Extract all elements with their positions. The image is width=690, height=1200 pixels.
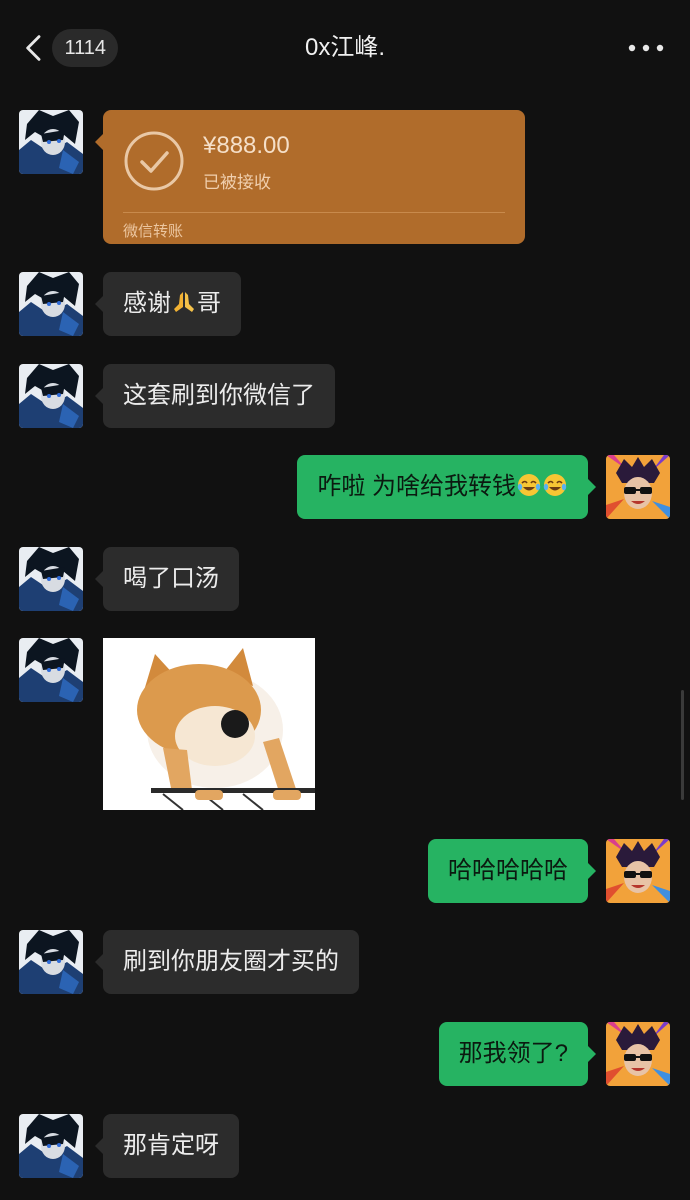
transfer-card[interactable]: ¥888.00 已被接收 微信转账: [95, 110, 525, 244]
sticker-image[interactable]: [103, 638, 315, 810]
message-text: 那我领了?: [458, 1040, 568, 1067]
laughing-tears-icon: [517, 474, 541, 496]
contact-avatar[interactable]: [19, 547, 83, 611]
transfer-status: 已被接收: [203, 173, 271, 192]
folded-hands-icon: [174, 292, 194, 312]
more-dots-icon: [628, 44, 664, 52]
message-bubble[interactable]: 喝了口汤: [95, 547, 239, 611]
message-bubble[interactable]: 咋啦 为啥给我转钱: [297, 455, 596, 519]
anime-character-avatar-icon: [19, 272, 83, 336]
message-bubble[interactable]: 感谢 哥: [95, 272, 241, 336]
message-text: 咋啦 为啥给我转钱: [317, 473, 516, 500]
check-circle-icon: [124, 131, 184, 191]
message-bubble[interactable]: 那我领了?: [438, 1022, 597, 1086]
anime-character-avatar-icon: [19, 638, 83, 702]
sunglasses-man-avatar-icon: [606, 839, 670, 903]
message-bubble[interactable]: 那肯定呀: [95, 1114, 239, 1178]
anime-character-avatar-icon: [19, 364, 83, 428]
anime-character-avatar-icon: [19, 110, 83, 174]
contact-avatar[interactable]: [19, 1114, 83, 1178]
message-text: 这套刷到你微信了: [123, 382, 315, 409]
message-text: 刷到你朋友圈才买的: [123, 948, 339, 975]
message-bubble[interactable]: 刷到你朋友圈才买的: [95, 930, 359, 994]
contact-avatar[interactable]: [19, 364, 83, 428]
more-options-button[interactable]: [626, 34, 666, 62]
message-text: 那肯定呀: [123, 1132, 219, 1159]
contact-avatar[interactable]: [19, 930, 83, 994]
contact-avatar[interactable]: [19, 110, 83, 174]
my-avatar[interactable]: [606, 1022, 670, 1086]
message-text: 喝了口汤: [123, 565, 219, 592]
message-bubble[interactable]: 这套刷到你微信了: [95, 364, 335, 428]
transfer-label: 微信转账: [123, 223, 184, 240]
chat-title: 0x江峰.: [304, 34, 385, 61]
message-bubble[interactable]: 哈哈哈哈哈: [428, 839, 596, 903]
shiba-dog-sticker-icon: [103, 638, 315, 810]
anime-character-avatar-icon: [19, 930, 83, 994]
anime-character-avatar-icon: [19, 547, 83, 611]
my-avatar[interactable]: [606, 455, 670, 519]
message-text: 感谢: [123, 290, 171, 317]
contact-avatar[interactable]: [19, 638, 83, 702]
message-text: 哥: [197, 290, 221, 317]
contact-avatar[interactable]: [19, 272, 83, 336]
sunglasses-man-avatar-icon: [606, 455, 670, 519]
message-text: 哈哈哈哈哈: [448, 857, 568, 884]
anime-character-avatar-icon: [19, 1114, 83, 1178]
top-nav-bar: 1114 0x江峰.: [0, 0, 690, 88]
my-avatar[interactable]: [606, 839, 670, 903]
transfer-amount: ¥888.00: [203, 132, 290, 159]
sunglasses-man-avatar-icon: [606, 1022, 670, 1086]
scrollbar[interactable]: [681, 690, 684, 800]
laughing-tears-icon: [543, 474, 567, 496]
divider: [123, 212, 505, 213]
